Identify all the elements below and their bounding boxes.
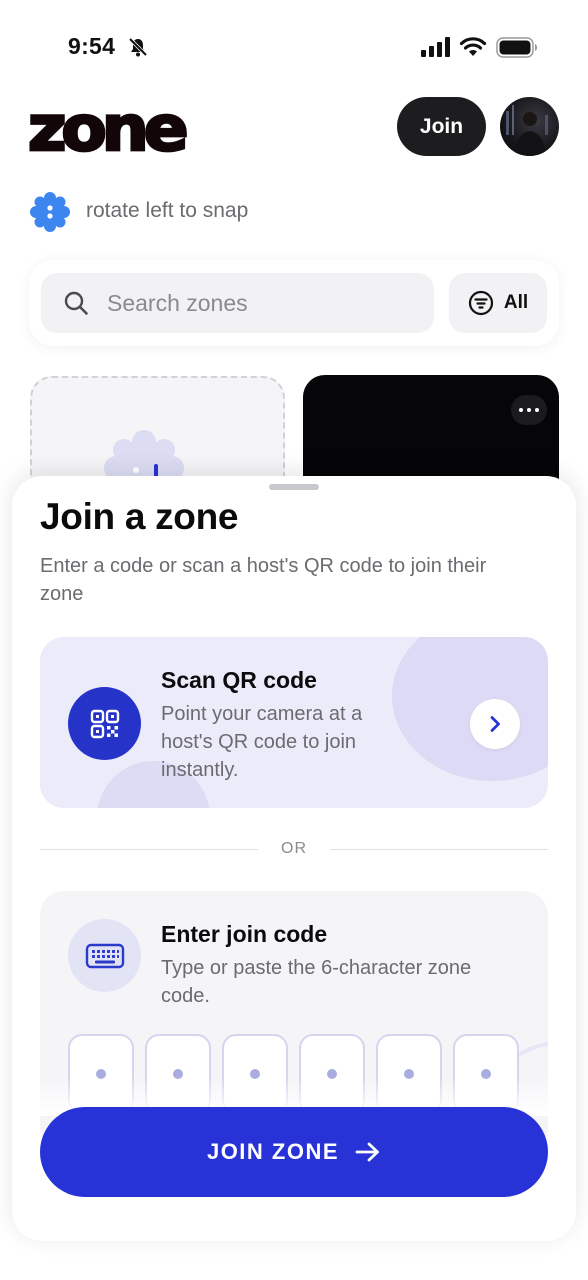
chevron-right-icon [490, 716, 500, 732]
battery-icon [496, 37, 537, 58]
signal-icon [421, 37, 450, 57]
divider-line [330, 849, 548, 850]
scan-description: Point your camera at a host's QR code to… [161, 703, 363, 781]
or-divider: OR [40, 838, 548, 862]
search-icon [64, 291, 88, 315]
scan-arrow-button[interactable] [470, 699, 520, 749]
search-input[interactable]: Search zones [41, 273, 434, 333]
keyboard-icon-badge [68, 919, 141, 992]
status-bar: 9:54 [0, 0, 588, 90]
join-button[interactable]: Join [397, 97, 486, 156]
bell-slash-icon [128, 37, 148, 57]
sheet-subtitle: Enter a code or scan a host's QR code to… [40, 555, 487, 605]
search-card: Search zones All [29, 260, 559, 346]
join-zone-sheet: Join a zone Enter a code or scan a host'… [12, 476, 576, 1241]
keyboard-icon [85, 943, 124, 968]
scan-title: Scan QR code [161, 667, 317, 693]
search-placeholder: Search zones [107, 290, 248, 316]
filter-button[interactable]: All [449, 273, 547, 333]
status-time: 9:54 [68, 33, 116, 59]
more-icon[interactable] [511, 395, 547, 425]
snap-mascot-icon [30, 192, 70, 232]
join-zone-button[interactable]: JOIN ZONE [40, 1107, 548, 1197]
qr-icon-badge [68, 687, 141, 760]
filter-label: All [503, 292, 529, 313]
app-logo: zone [27, 91, 190, 167]
scan-qr-card[interactable]: Scan QR code Point your camera at a host… [40, 637, 548, 808]
arrow-right-icon [355, 1142, 379, 1162]
sheet-grabber[interactable] [269, 484, 319, 490]
filter-icon [468, 290, 493, 316]
avatar[interactable] [500, 97, 559, 156]
decorative-blob [392, 637, 548, 781]
qr-code-icon [90, 709, 119, 738]
wifi-icon [459, 37, 487, 56]
code-description: Type or paste the 6-character zone code. [161, 957, 472, 1007]
join-zone-label: JOIN ZONE [206, 1139, 340, 1164]
code-title: Enter join code [161, 921, 328, 947]
sheet-title: Join a zone [40, 496, 239, 537]
hint-text: rotate left to snap [86, 199, 249, 222]
avatar-photo [506, 105, 548, 156]
